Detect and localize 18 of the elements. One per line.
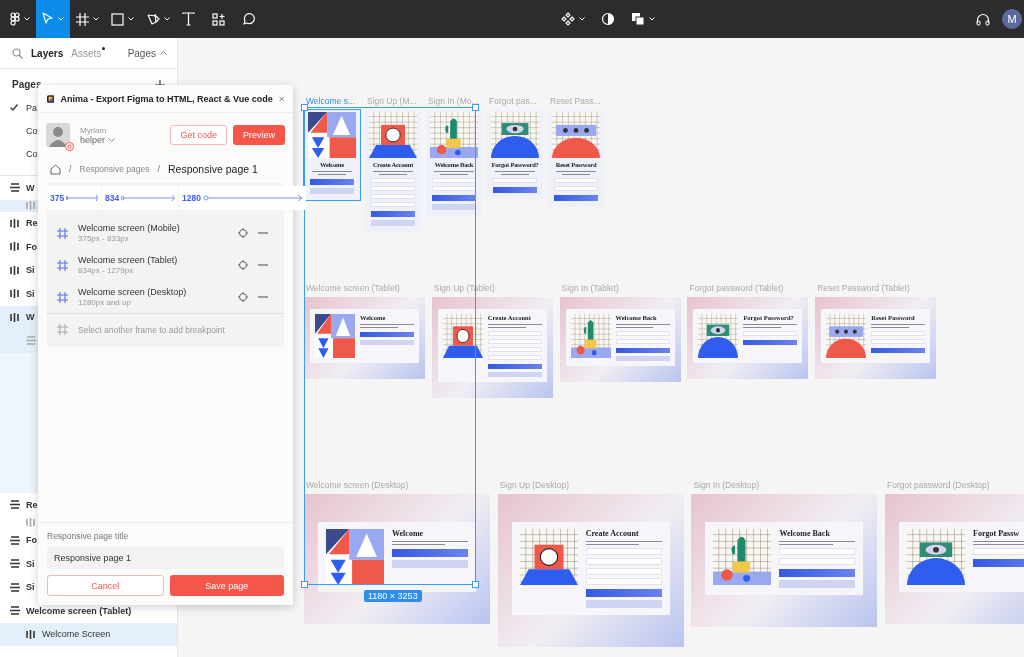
frame-name: Welcome screen (Desktop) xyxy=(78,287,188,297)
add-breakpoint-hint: Select another frame to add breakpoint xyxy=(78,324,225,335)
frame-name: Welcome screen (Tablet) xyxy=(78,255,179,265)
user-name: Myriam xyxy=(80,125,108,135)
screen-heading: Create Account xyxy=(585,529,640,539)
section-title: Pages xyxy=(12,79,42,90)
screen-heading: Welcome Back xyxy=(779,529,831,539)
width-range: 1280px and up xyxy=(78,298,132,307)
screen-heading: Welcome xyxy=(392,529,425,539)
width-range: 834px - 1279px xyxy=(78,266,135,275)
size-label: 1180 × 3253 xyxy=(364,590,422,602)
width-range: 375px - 833px xyxy=(78,234,130,243)
breadcrumb-separator: / xyxy=(157,164,160,174)
plugin-title: Anima - Export Figma to HTML, React & Vue code xyxy=(60,93,273,104)
field-label: Responsive page title xyxy=(47,531,130,541)
breadcrumb-separator: / xyxy=(69,164,72,174)
frame-name: Welcome screen (Mobile) xyxy=(78,223,181,233)
screen-heading: Forgot Passw xyxy=(973,529,1021,539)
